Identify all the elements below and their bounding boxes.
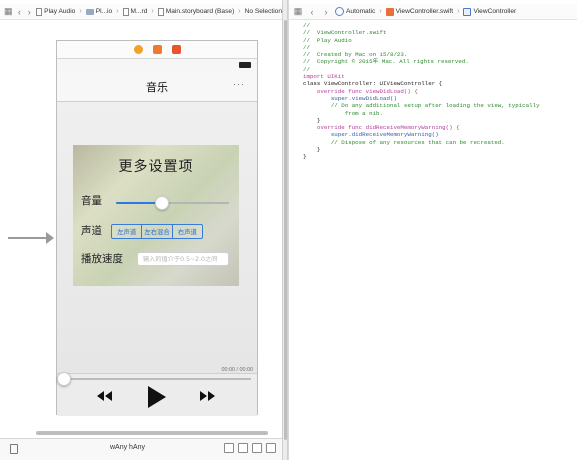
progress-slider[interactable] (57, 372, 251, 386)
jump-bar-file[interactable]: ViewController.swift (385, 7, 453, 16)
segment-mixed-channel[interactable]: 左右混合 (142, 225, 173, 238)
player-controls (57, 372, 257, 416)
storyboard-canvas-pane: ▦ ‹ › Play Audio › Pl...io › M...rd › Ma… (0, 0, 282, 460)
speed-field[interactable] (137, 252, 229, 266)
play-button[interactable] (148, 386, 166, 408)
horizontal-scrollbar[interactable] (36, 431, 268, 435)
jump-bar-project[interactable]: Play Audio (36, 7, 75, 16)
chevron-right-icon: › (457, 8, 460, 15)
code-line[interactable]: super.viewDidLoad() (303, 95, 573, 102)
document-outline-toggle-icon[interactable] (10, 444, 18, 454)
fast-forward-icon (200, 391, 215, 401)
code-line[interactable]: override func viewDidLoad() { (303, 88, 573, 95)
navigation-bar[interactable]: 音乐 ··· (57, 72, 257, 102)
folder-icon (85, 8, 94, 15)
volume-slider-thumb[interactable] (155, 196, 170, 210)
chevron-right-icon: › (379, 8, 382, 15)
main-content-view: 更多设置项 音量 声道 左声道 左右混合 右声道 播放速度 00:00 / 00… (57, 102, 257, 373)
fast-forward-button[interactable] (200, 391, 215, 401)
code-line[interactable]: } (303, 146, 573, 153)
code-editor[interactable]: //// ViewController.swift// Play Audio//… (303, 22, 573, 161)
align-icon[interactable] (224, 443, 234, 453)
code-line[interactable]: import UIKit (303, 73, 573, 80)
scene-dock (57, 41, 257, 59)
panel-title: 更多设置项 (118, 159, 194, 175)
first-responder-icon[interactable] (152, 45, 162, 54)
canvas-bottom-bar: wAny hAny (0, 431, 282, 460)
exit-icon[interactable] (171, 45, 181, 54)
channel-segmented-control[interactable]: 左声道 左右混合 右声道 (111, 224, 203, 239)
chevron-right-icon: › (151, 8, 154, 15)
jump-bar-group[interactable]: Pl...io (85, 8, 112, 15)
rewind-icon (97, 391, 112, 401)
jump-bar-mode[interactable]: Automatic (335, 7, 375, 16)
code-line[interactable]: override func didReceiveMemoryWarning() … (303, 124, 573, 131)
volume-slider[interactable] (116, 196, 229, 210)
automatic-icon (335, 7, 344, 16)
related-items-icon[interactable]: ▦ (4, 6, 13, 17)
code-line[interactable]: // ViewController.swift (303, 29, 573, 36)
assistant-jump-bar: ▦ ‹ › Automatic › ViewController.swift ›… (289, 4, 577, 20)
swift-file-icon (385, 7, 394, 16)
code-line[interactable]: // Copyright © 2015年 Mac. All rights res… (303, 58, 573, 65)
more-icon[interactable]: ··· (233, 79, 245, 89)
code-line[interactable]: // Dispose of any resources that can be … (303, 139, 573, 146)
resolve-issues-icon[interactable] (252, 443, 262, 453)
chevron-right-icon: › (116, 8, 119, 15)
code-line[interactable]: class ViewController: UIViewController { (303, 80, 573, 87)
rewind-button[interactable] (97, 391, 112, 401)
storyboard-jump-bar: ▦ ‹ › Play Audio › Pl...io › M...rd › Ma… (0, 4, 282, 20)
jump-bar-symbol[interactable]: ViewController (463, 7, 516, 16)
related-items-icon[interactable]: ▦ (293, 6, 303, 17)
initial-scene-arrow[interactable] (8, 232, 54, 244)
volume-label: 音量 (81, 195, 102, 207)
class-icon (463, 7, 472, 16)
pin-icon[interactable] (238, 443, 248, 453)
code-line[interactable]: from a nib. (303, 110, 573, 117)
play-icon (148, 386, 166, 408)
chevron-left-icon[interactable]: ‹ (307, 7, 317, 17)
storyboard-file-icon (122, 7, 129, 16)
nav-title: 音乐 (146, 80, 168, 94)
storyboard-file-icon (157, 7, 164, 16)
assistant-editor-pane: ▦ ‹ › Automatic › ViewController.swift ›… (288, 0, 577, 460)
view-controller-icon[interactable] (133, 45, 143, 54)
progress-slider-thumb[interactable] (57, 372, 71, 386)
view-controller-scene[interactable]: 音乐 ··· 更多设置项 音量 声道 左声道 左右混合 右声道 播放速度 输入的… (56, 40, 258, 416)
code-line[interactable]: // (303, 22, 573, 29)
segment-right-channel[interactable]: 右声道 (173, 225, 202, 238)
channel-label: 声道 (81, 225, 102, 237)
code-line[interactable]: // Do any additional setup after loading… (303, 102, 573, 109)
battery-icon (239, 62, 251, 68)
arrow-shaft (8, 237, 50, 239)
speed-label: 播放速度 (81, 253, 123, 265)
code-line[interactable]: super.didReceiveMemoryWarning() (303, 131, 573, 138)
chevron-right-icon[interactable]: › (26, 7, 32, 17)
chevron-left-icon[interactable]: ‹ (17, 7, 23, 17)
code-line[interactable]: // (303, 66, 573, 73)
code-line[interactable]: } (303, 117, 573, 124)
speed-input[interactable] (143, 255, 228, 263)
size-class-control[interactable]: wAny hAny (110, 444, 145, 451)
layout-tools (224, 443, 276, 453)
jump-bar-localization[interactable]: Main.storyboard (Base) (157, 7, 234, 16)
resizing-icon[interactable] (266, 443, 276, 453)
jump-bar-file[interactable]: M...rd (122, 7, 147, 16)
arrow-head (46, 232, 54, 244)
project-icon (36, 7, 43, 16)
code-line[interactable]: // (303, 44, 573, 51)
code-line[interactable]: // Play Audio (303, 37, 573, 44)
vertical-scrollbar[interactable] (284, 20, 287, 440)
segment-left-channel[interactable]: 左声道 (112, 225, 143, 238)
status-bar (57, 60, 257, 72)
settings-panel: 更多设置项 音量 声道 左声道 左右混合 右声道 播放速度 (73, 145, 239, 286)
chevron-right-icon[interactable]: › (321, 7, 331, 17)
jump-bar-selection[interactable]: No Selection (245, 8, 282, 15)
chevron-right-icon: › (238, 8, 241, 15)
chevron-right-icon: › (79, 8, 82, 15)
code-line[interactable]: } (303, 153, 573, 160)
